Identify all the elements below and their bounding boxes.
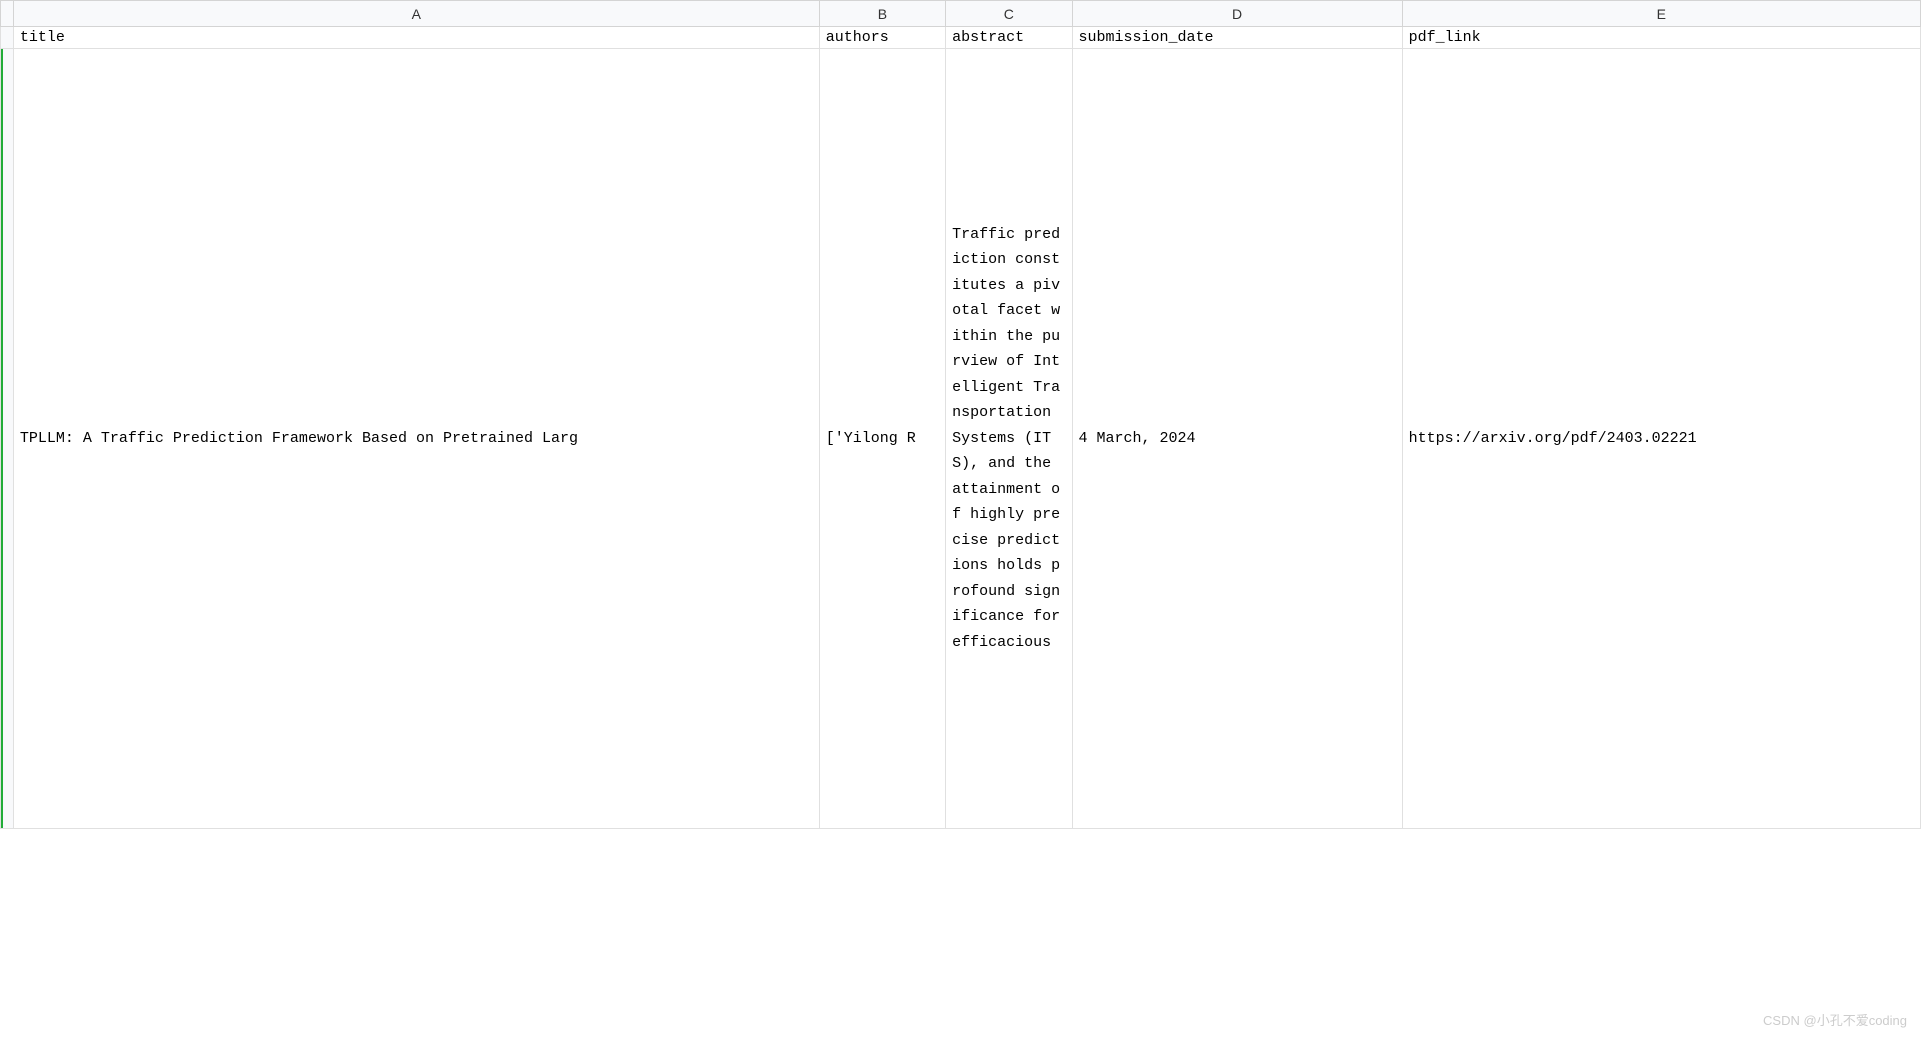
row-selection-indicator — [1, 49, 4, 828]
column-header-row: A B C D E — [1, 1, 1921, 27]
column-header-A[interactable]: A — [13, 1, 819, 27]
cell-E1[interactable]: pdf_link — [1402, 27, 1920, 49]
row-header-2[interactable] — [1, 49, 14, 829]
column-header-E[interactable]: E — [1402, 1, 1920, 27]
header-data-row: title authors abstract submission_date p… — [1, 27, 1921, 49]
cell-B2-authors[interactable]: ['Yilong R — [819, 49, 945, 829]
column-header-C[interactable]: C — [946, 1, 1072, 27]
column-header-B[interactable]: B — [819, 1, 945, 27]
cell-C1[interactable]: abstract — [946, 27, 1072, 49]
row-header-1[interactable] — [1, 27, 14, 49]
cell-E2-pdf-link[interactable]: https://arxiv.org/pdf/2403.02221 — [1402, 49, 1920, 829]
cell-D1[interactable]: submission_date — [1072, 27, 1402, 49]
data-row-2: TPLLM: A Traffic Prediction Framework Ba… — [1, 49, 1921, 829]
cell-A2-title[interactable]: TPLLM: A Traffic Prediction Framework Ba… — [13, 49, 819, 829]
corner-cell[interactable] — [1, 1, 14, 27]
cell-D2-submission-date[interactable]: 4 March, 2024 — [1072, 49, 1402, 829]
column-header-D[interactable]: D — [1072, 1, 1402, 27]
cell-A1[interactable]: title — [13, 27, 819, 49]
cell-C2-abstract[interactable]: Traffic prediction constitutes a pivotal… — [946, 49, 1072, 829]
watermark-text: CSDN @小孔不爱coding — [1763, 1010, 1907, 1029]
spreadsheet-table: A B C D E title authors abstract submiss… — [0, 0, 1921, 829]
cell-B1[interactable]: authors — [819, 27, 945, 49]
